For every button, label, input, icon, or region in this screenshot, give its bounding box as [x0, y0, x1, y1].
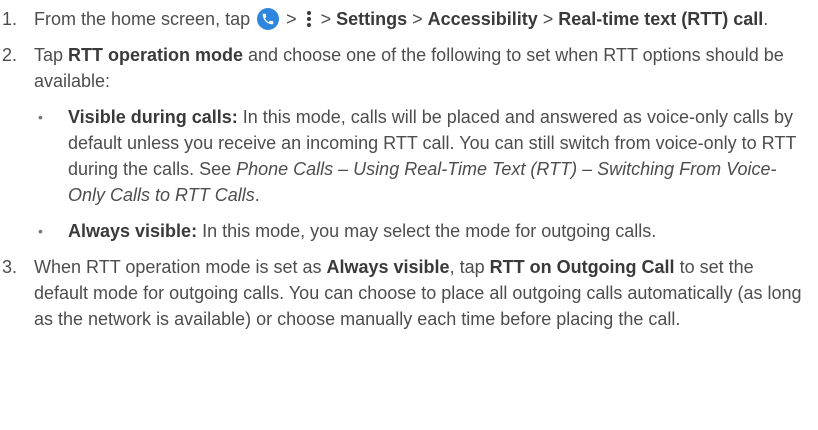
settings-label: Settings: [336, 9, 408, 29]
phone-icon: [257, 8, 280, 30]
step-number: 3.: [2, 257, 18, 277]
step-number: 1.: [2, 9, 18, 29]
bullet-end: .: [254, 185, 260, 205]
step-text: When RTT operation mode is set as: [34, 257, 327, 277]
always-visible-label: Always visible: [326, 257, 450, 277]
bullet-icon: •: [38, 223, 43, 239]
bullet-visible-during-calls: • Visible during calls: In this mode, ca…: [34, 104, 798, 208]
separator: >: [281, 9, 302, 29]
rtt-operation-mode-label: RTT operation mode: [68, 45, 244, 65]
step-text: Tap: [34, 45, 69, 65]
more-vertical-icon: [304, 9, 314, 29]
bullet-icon: •: [38, 109, 43, 125]
accessibility-label: Accessibility: [427, 9, 538, 29]
step-1: 1. From the home screen, tap > > Setting…: [0, 6, 804, 32]
rtt-call-label: Real-time text (RTT) call: [558, 9, 764, 29]
bullet-title: Always visible:: [68, 221, 198, 241]
bullet-title: Visible during calls:: [68, 107, 238, 127]
separator: >: [407, 9, 428, 29]
step-number: 2.: [2, 45, 18, 65]
bullet-text: In this mode, you may select the mode fo…: [197, 221, 657, 241]
separator: >: [315, 9, 337, 29]
step-2: 2. Tap RTT operation mode and choose one…: [0, 42, 804, 244]
step-3: 3. When RTT operation mode is set as Alw…: [0, 254, 804, 332]
separator: >: [537, 9, 559, 29]
step-text: , tap: [449, 257, 490, 277]
instruction-document: 1. From the home screen, tap > > Setting…: [0, 6, 818, 342]
step-end: .: [763, 9, 769, 29]
rtt-outgoing-call-label: RTT on Outgoing Call: [489, 257, 675, 277]
step-text: From the home screen, tap: [34, 9, 256, 29]
bullet-always-visible: • Always visible: In this mode, you may …: [34, 218, 798, 244]
